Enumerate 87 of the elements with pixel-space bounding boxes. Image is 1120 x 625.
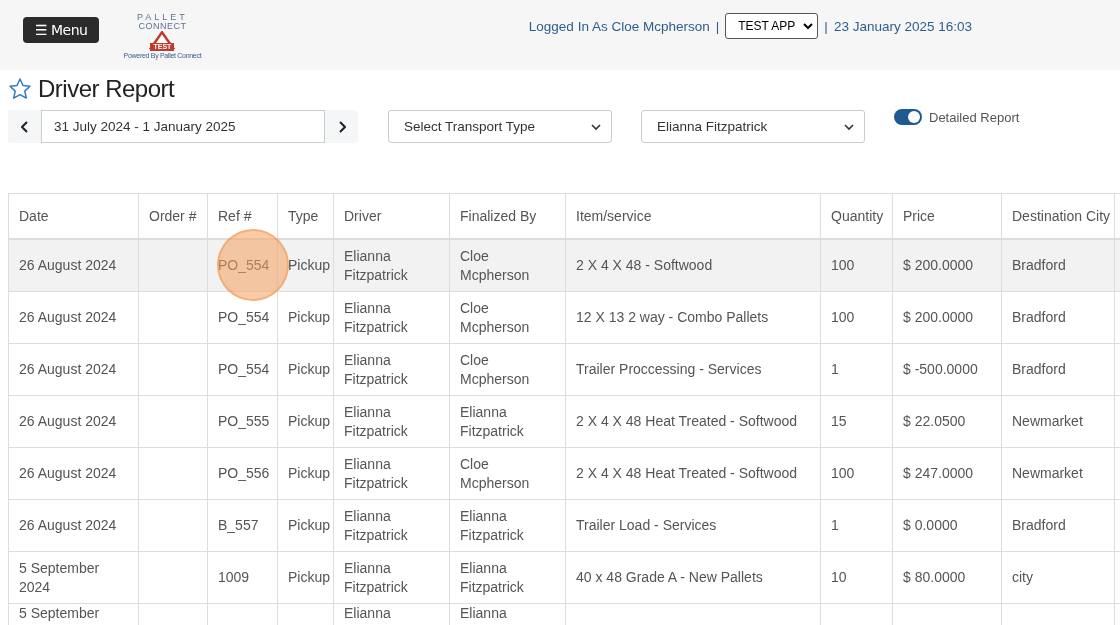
table-cell: Elianna Fitzpatrick xyxy=(344,351,408,387)
transport-type-select[interactable]: Select Transport Type xyxy=(388,110,612,143)
table-cell: Bradford xyxy=(1012,257,1066,273)
table-cell: 100 xyxy=(831,257,855,273)
table-cell: 26 August 2024 xyxy=(19,413,117,429)
app-select[interactable]: TEST APP xyxy=(725,13,819,39)
logo-text: PALLET xyxy=(136,11,189,22)
table-cell: PO_554 xyxy=(218,309,270,325)
table-cell: 26 August 2024 xyxy=(19,361,117,377)
table-cell: Elianna Fitzpatrick xyxy=(344,507,408,543)
separator-text: | xyxy=(824,18,828,34)
logo-text: CONNECT xyxy=(137,20,188,31)
table-cell: Cloe Mcpherson xyxy=(460,299,530,335)
table-cell: $ 247.0000 xyxy=(903,465,974,481)
table-row[interactable]: 5 September Elianna Elianna xyxy=(8,603,1120,625)
date-range-field[interactable]: 31 July 2024 - 1 January 2025 xyxy=(41,110,325,143)
table-cell: $ 0.0000 xyxy=(903,517,958,533)
table-cell: $ 80.0000 xyxy=(903,569,966,585)
table-cell: Elianna Fitzpatrick xyxy=(344,403,408,439)
datetime-text: 23 January 2025 16:03 xyxy=(833,18,972,34)
table-cell: 100 xyxy=(831,465,855,481)
table-cell: Elianna Fitzpatrick xyxy=(344,247,408,283)
table-cell: Pickup xyxy=(288,413,331,429)
table-cell: 26 August 2024 xyxy=(19,257,117,273)
table-cell: Pickup xyxy=(288,569,331,585)
table-cell: PO_554 xyxy=(218,361,270,377)
table-cell: 26 August 2024 xyxy=(19,309,117,325)
table-cell: Cloe Mcpherson xyxy=(460,455,530,491)
table-cell: 5 September 2024 xyxy=(19,559,100,595)
table-cell: $ 200.0000 xyxy=(903,309,974,325)
table-cell: PO_555 xyxy=(218,413,270,429)
chevron-down-icon xyxy=(844,122,854,131)
chevron-down-icon xyxy=(803,22,814,30)
table-cell: Newmarket xyxy=(1012,413,1083,429)
table-cell: PO_554 xyxy=(218,257,270,273)
table-cell: Pickup xyxy=(288,309,331,325)
table-cell: Cloe Mcpherson xyxy=(460,247,530,283)
table-cell: Trailer Proccessing - Services xyxy=(576,361,762,377)
table-cell: Newmarket xyxy=(1012,465,1083,481)
table-cell: Trailer Load - Services xyxy=(576,517,717,533)
table-cell: Pickup xyxy=(288,361,331,377)
toggle-label: Detailed Report xyxy=(929,109,1020,125)
table-cell: 1 xyxy=(831,361,839,377)
table-cell: PO_556 xyxy=(218,465,270,481)
table-cell: Pickup xyxy=(288,257,331,273)
table-cell: 1 xyxy=(831,517,839,533)
table-cell: 100 xyxy=(831,309,855,325)
separator-text: | xyxy=(715,18,720,34)
table-cell: 2 X 4 X 48 - Softwood xyxy=(576,257,713,273)
table-cell: Elianna Fitzpatrick xyxy=(460,507,524,543)
page-title: Driver Report xyxy=(38,75,175,103)
table-cell: Elianna Fitzpatrick xyxy=(344,299,408,335)
table-cell: Elianna xyxy=(460,605,507,621)
table-cell: 10 xyxy=(831,569,847,585)
menu-button[interactable]: ☰ Menu xyxy=(23,17,100,43)
table-cell: 15 xyxy=(831,413,847,429)
table-cell: B_557 xyxy=(218,517,259,533)
table-cell: $ 200.0000 xyxy=(903,257,974,273)
table-cell: 26 August 2024 xyxy=(19,517,117,533)
table-cell: $ 22.0500 xyxy=(903,413,966,429)
table-cell: Elianna xyxy=(344,605,391,621)
table-cell: Bradford xyxy=(1012,309,1066,325)
table-cell: Elianna Fitzpatrick xyxy=(460,559,524,595)
table-cell: city xyxy=(1012,569,1033,585)
chevron-left-icon xyxy=(20,120,29,133)
table-cell: 12 X 13 2 way - Combo Pallets xyxy=(576,309,769,325)
table-cell: Pickup xyxy=(288,517,331,533)
driver-select[interactable]: Elianna Fitzpatrick xyxy=(641,110,865,143)
table-cell: 40 x 48 Grade A - New Pallets xyxy=(576,569,763,585)
table-cell: Elianna Fitzpatrick xyxy=(344,559,408,595)
logged-in-text: Logged In As Cloe Mcpherson xyxy=(528,18,710,34)
table-cell: Bradford xyxy=(1012,361,1066,377)
chevron-down-icon xyxy=(591,122,601,131)
table-cell: Elianna Fitzpatrick xyxy=(344,455,408,491)
table-cell: 2 X 4 X 48 Heat Treated - Softwood xyxy=(576,413,798,429)
star-icon[interactable] xyxy=(8,77,32,101)
table-cell: 5 September xyxy=(19,605,100,621)
table-cell: Pickup xyxy=(288,465,331,481)
table-cell: Cloe Mcpherson xyxy=(460,351,530,387)
detailed-report-toggle[interactable] xyxy=(894,109,922,125)
table-cell: 1009 xyxy=(218,569,250,585)
table-cell: $ -500.0000 xyxy=(903,361,978,377)
table-cell: Bradford xyxy=(1012,517,1066,533)
table-cell: 2 X 4 X 48 Heat Treated - Softwood xyxy=(576,465,798,481)
table-cell: Elianna Fitzpatrick xyxy=(460,403,524,439)
chevron-right-icon xyxy=(337,120,346,133)
table-cell: 26 August 2024 xyxy=(19,465,117,481)
